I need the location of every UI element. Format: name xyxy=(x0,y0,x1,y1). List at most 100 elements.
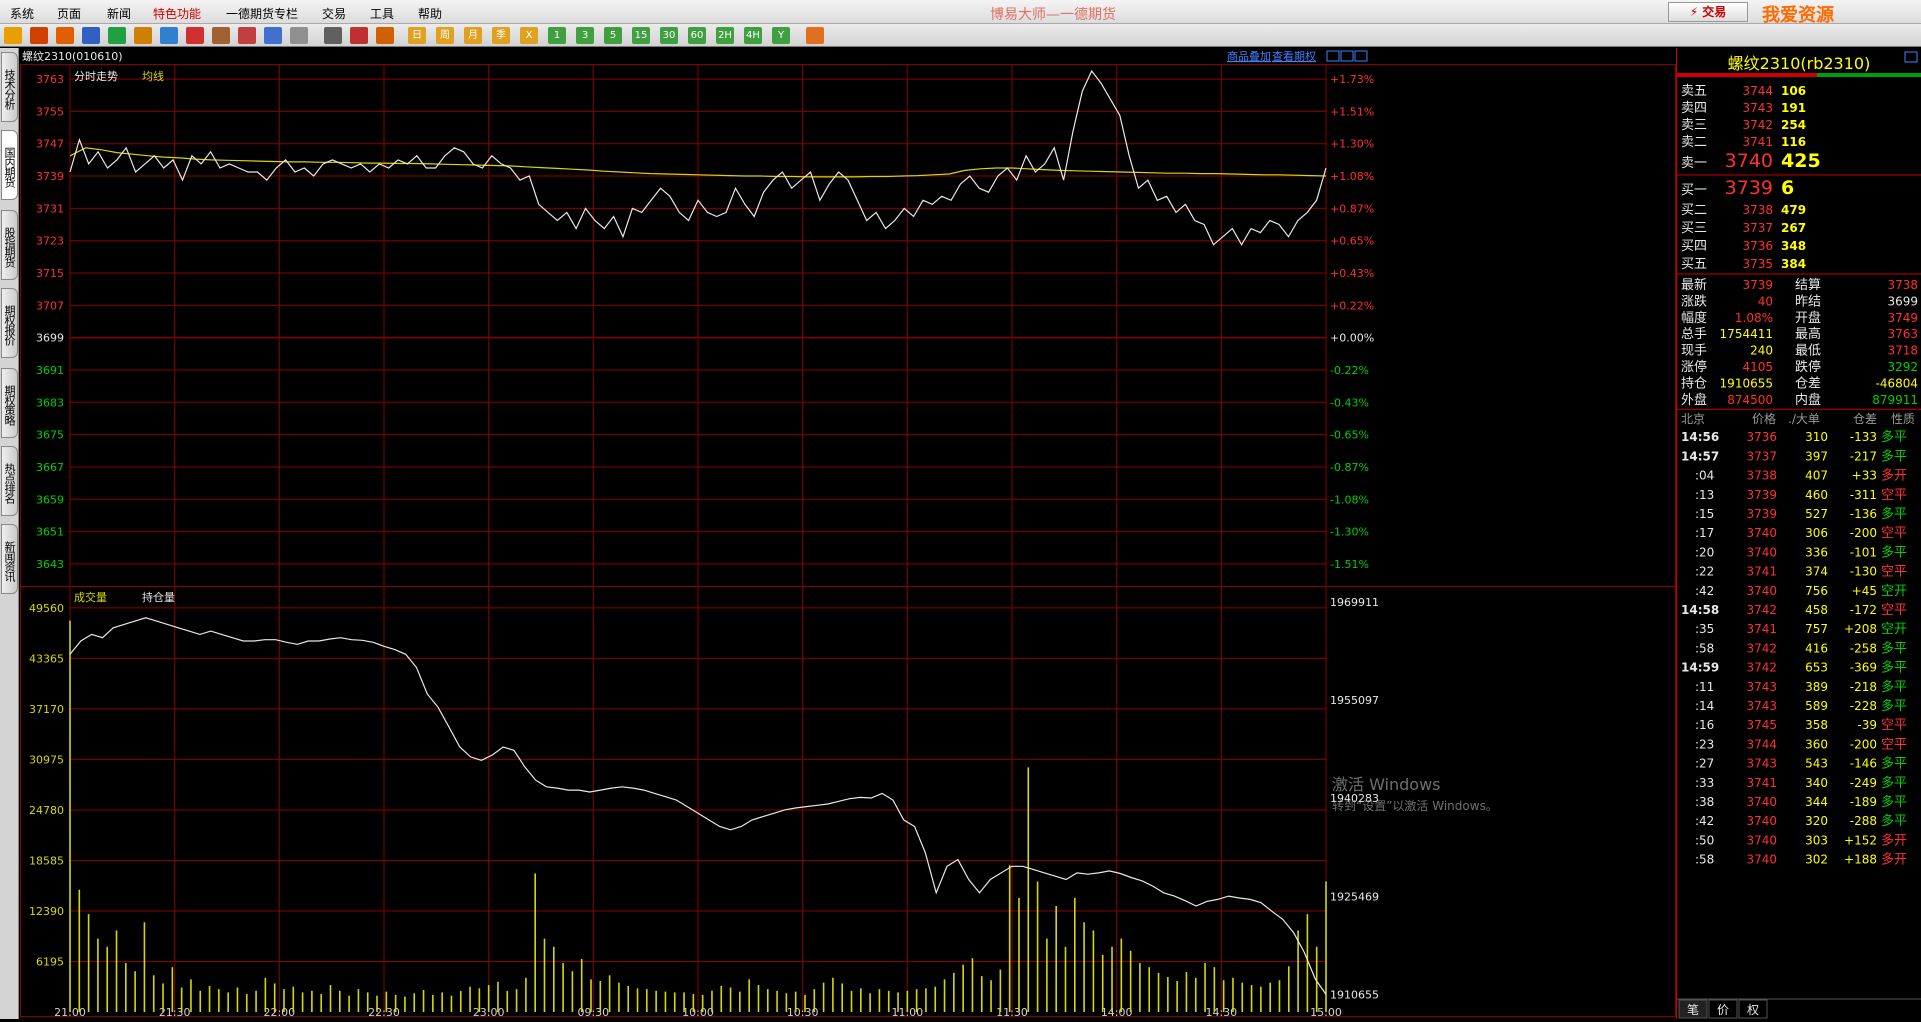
stat-label: 最新 xyxy=(1681,277,1707,293)
tick-volume: 374 xyxy=(1805,565,1828,579)
tick-time: :58 xyxy=(1695,853,1714,867)
stat-value: 1754411 xyxy=(1720,327,1773,341)
panel-close-icon[interactable] xyxy=(1354,50,1368,62)
tick-oi-change: +208 xyxy=(1844,622,1877,636)
tick-volume: 397 xyxy=(1805,449,1828,463)
ask-price: 3744 xyxy=(1742,84,1773,98)
sidebar-tab-domestic-futures[interactable]: 国内期货 xyxy=(1,130,18,200)
bottom-tab-label[interactable]: 权 xyxy=(1747,1003,1759,1017)
volume-bar xyxy=(729,987,732,1012)
volume-bar xyxy=(357,989,360,1012)
zoom-out-icon[interactable] xyxy=(160,27,178,44)
volume-bar xyxy=(1287,966,1290,1012)
tick-nature: 空平 xyxy=(1881,526,1907,541)
back-icon[interactable] xyxy=(4,27,22,44)
period-button[interactable]: 日 xyxy=(408,27,426,44)
panel-minimize-icon[interactable] xyxy=(1326,50,1340,62)
tick-nature: 多平 xyxy=(1881,429,1907,445)
chart-canvas[interactable]: 螺纹2310(010610) 商品叠加 查看期权 3763 +1.73% 3755 +1.5… xyxy=(20,48,1676,1019)
indicator-icon[interactable] xyxy=(264,27,282,44)
sidebar-tab-news[interactable]: 新闻资讯 xyxy=(1,524,18,594)
intraday-chart-icon[interactable] xyxy=(350,27,368,44)
list-icon[interactable] xyxy=(324,27,342,44)
period-button[interactable]: 30 xyxy=(660,27,678,44)
menu-trade[interactable]: 交易 xyxy=(322,5,346,22)
period-button[interactable]: 季 xyxy=(492,27,510,44)
zoom-in-icon[interactable] xyxy=(134,27,152,44)
tick-nature: 多平 xyxy=(1881,679,1907,695)
period-button[interactable]: 周 xyxy=(436,27,454,44)
volume-bar xyxy=(1120,938,1123,1012)
menu-system[interactable]: 系统 xyxy=(10,5,34,22)
bid-label: 买五 xyxy=(1681,257,1707,272)
tick-price: 3740 xyxy=(1746,526,1777,540)
layout-icon[interactable] xyxy=(56,27,74,44)
sidebar-tab-option-quotes[interactable]: 期权报价 xyxy=(1,288,18,358)
menu-tools[interactable]: 工具 xyxy=(370,5,394,22)
tick-oi-change: -200 xyxy=(1850,526,1877,540)
stat-label: 涨停 xyxy=(1681,359,1707,375)
commodity-overlay-link[interactable]: 商品叠加 xyxy=(1227,49,1271,63)
menu-features[interactable]: 特色功能 xyxy=(153,5,201,22)
menu-yide-column[interactable]: 一德期货专栏 xyxy=(226,5,298,22)
intraday-chart[interactable]: 螺纹2310(010610) 商品叠加 查看期权 3763 +1.73% 3755 +1.5… xyxy=(20,48,1676,1019)
refresh-icon[interactable] xyxy=(108,27,126,44)
price-tick-label: 3731 xyxy=(36,202,64,215)
eraser-icon[interactable] xyxy=(212,27,230,44)
volume-bar xyxy=(636,988,639,1012)
period-button[interactable]: 3 xyxy=(576,27,594,44)
home-icon[interactable] xyxy=(30,27,48,44)
sidebar-tab-option-strategy[interactable]: 期权策略 xyxy=(1,368,18,438)
news-icon[interactable] xyxy=(290,27,308,44)
volume-bar xyxy=(590,979,592,1012)
period-button[interactable]: 月 xyxy=(464,27,482,44)
menu-page[interactable]: 页面 xyxy=(57,5,81,22)
period-button[interactable]: 4H xyxy=(744,27,762,44)
tool-icon[interactable] xyxy=(238,27,256,44)
period-button[interactable]: 1 xyxy=(548,27,566,44)
percent-tick-label: -0.22% xyxy=(1330,364,1369,377)
stat-label: 跌停 xyxy=(1795,359,1821,375)
panel-restore-icon[interactable] xyxy=(1340,50,1354,62)
period-button[interactable]: X xyxy=(520,27,538,44)
price-panel-frame xyxy=(20,64,1676,587)
volume-bar xyxy=(980,976,983,1012)
menu-news[interactable]: 新闻 xyxy=(107,5,131,22)
sidebar-tab-index-futures[interactable]: 股指期货 xyxy=(1,210,18,280)
volume-bar xyxy=(906,990,909,1012)
trade-button[interactable]: ⚡ 交易 xyxy=(1668,2,1748,22)
bid-price: 3738 xyxy=(1742,203,1773,217)
volume-tick-label: 24780 xyxy=(29,804,64,817)
volume-bar xyxy=(552,946,555,1012)
price-tick-label: 3723 xyxy=(36,235,64,248)
stat-label: 持仓 xyxy=(1681,376,1707,391)
period-button[interactable]: Y xyxy=(772,27,790,44)
bottom-tab-label[interactable]: 笔 xyxy=(1687,1002,1699,1017)
tick-nature: 空开 xyxy=(1881,584,1907,599)
kline-icon[interactable] xyxy=(376,27,394,44)
volume-bar xyxy=(646,989,648,1012)
sidebar-tab-hot-ranking[interactable]: 热点排名 xyxy=(1,446,18,516)
volume-bar xyxy=(990,980,992,1012)
period-button[interactable]: 5 xyxy=(604,27,622,44)
volume-bar xyxy=(441,992,443,1012)
price-tick-label: 3643 xyxy=(36,558,64,571)
calculator-icon[interactable] xyxy=(806,27,824,44)
sidebar-tab-technical-analysis[interactable]: 技术分析 xyxy=(1,52,18,122)
panel-popout-icon[interactable] xyxy=(1904,51,1918,63)
period-button[interactable]: 60 xyxy=(688,27,706,44)
period-button[interactable]: 2H xyxy=(716,27,734,44)
volume-bar xyxy=(348,995,350,1012)
menu-help[interactable]: 帮助 xyxy=(418,5,442,22)
volume-bar xyxy=(925,988,927,1012)
view-options-link[interactable]: 查看期权 xyxy=(1272,49,1316,63)
volume-bar xyxy=(971,958,974,1012)
time-tick-label: 14:00 xyxy=(1101,1006,1133,1019)
period-button[interactable]: 15 xyxy=(632,27,650,44)
window-icon[interactable] xyxy=(82,27,100,44)
draw-icon[interactable] xyxy=(186,27,204,44)
bottom-tab-label[interactable]: 价 xyxy=(1717,1003,1729,1017)
tick-time: :27 xyxy=(1695,757,1714,771)
open-interest-tick-label: 1969911 xyxy=(1330,596,1379,609)
volume-bar xyxy=(953,972,955,1012)
